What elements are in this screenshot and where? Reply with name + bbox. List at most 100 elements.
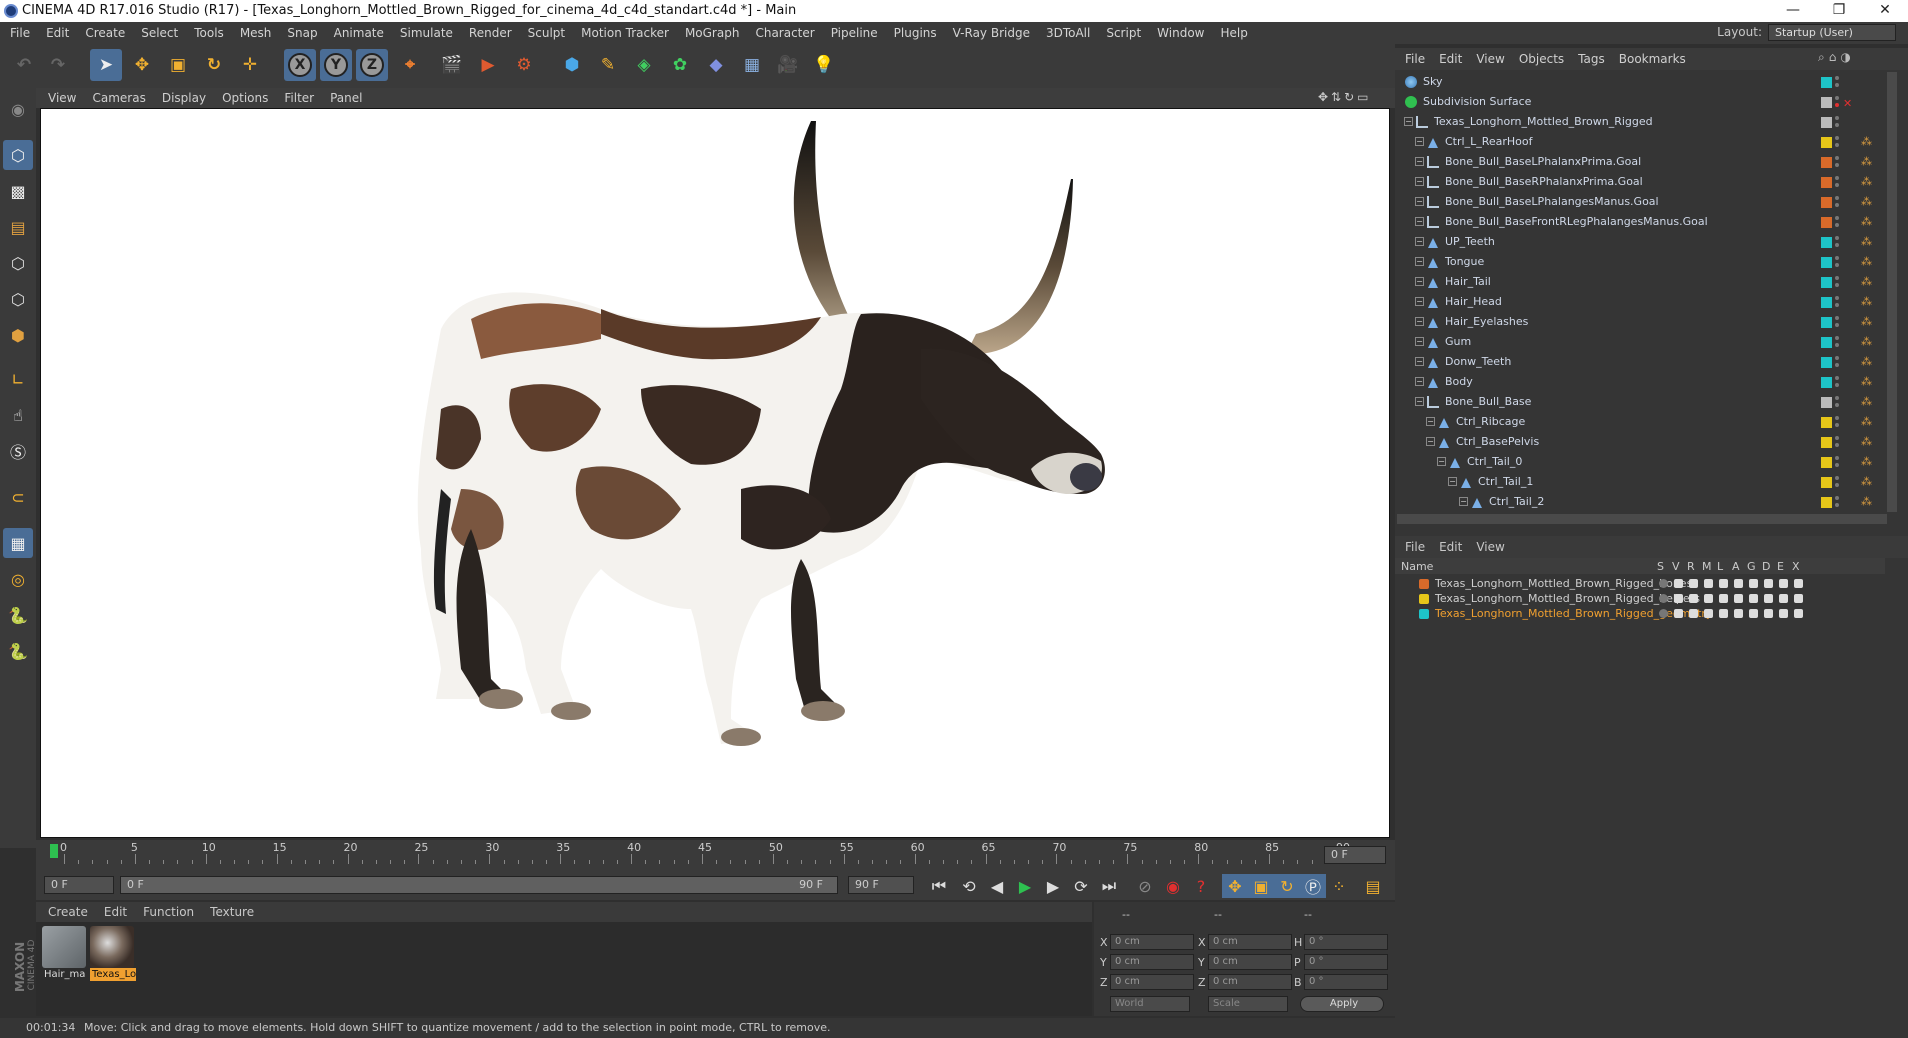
layer-color-swatch[interactable]: [1419, 579, 1429, 589]
layer-toggle[interactable]: [1719, 579, 1728, 588]
autokey-icon[interactable]: ◉: [1160, 874, 1186, 898]
layer-toggle[interactable]: [1779, 609, 1788, 618]
object-row[interactable]: Sky: [1397, 72, 1887, 92]
tag-icon[interactable]: ⁂: [1861, 175, 1875, 189]
rotate-icon[interactable]: ↻: [198, 49, 230, 81]
menu-file[interactable]: File: [10, 26, 30, 40]
layer-toggle[interactable]: [1674, 579, 1683, 588]
layer-col-s[interactable]: S: [1657, 560, 1664, 573]
render-visibility-dot[interactable]: [1835, 323, 1839, 327]
coord-h-field[interactable]: 0 °: [1304, 934, 1388, 950]
menu-3dtoall[interactable]: 3DToAll: [1046, 26, 1090, 40]
frame-range-slider[interactable]: 0 F 90 F: [120, 876, 838, 894]
pen-spline-icon[interactable]: ✎: [592, 49, 624, 81]
layer-color-swatch[interactable]: [1419, 594, 1429, 604]
layer-toggle[interactable]: [1794, 579, 1803, 588]
end-frame-field[interactable]: 90 F: [848, 876, 914, 894]
object-menu-view[interactable]: View: [1476, 52, 1504, 66]
layer-toggle[interactable]: [1734, 594, 1743, 603]
expand-icon[interactable]: −: [1415, 157, 1424, 166]
object-row[interactable]: − Bone_Bull_BaseRPhalanxPrima.Goal ⁂: [1397, 172, 1887, 192]
tag-icon[interactable]: ⁂: [1861, 235, 1875, 249]
layer-row[interactable]: Texas_Longhorn_Mottled_Brown_Rigged_help…: [1397, 591, 1887, 606]
layer-toggle[interactable]: [1794, 609, 1803, 618]
polygons-mode-icon[interactable]: ⬢: [3, 320, 33, 350]
layer-toggle[interactable]: [1674, 609, 1683, 618]
planar-icon[interactable]: ◎: [3, 564, 33, 594]
tag-icon[interactable]: ⁂: [1861, 455, 1875, 469]
expand-icon[interactable]: −: [1415, 177, 1424, 186]
object-row[interactable]: − Ctrl_BasePelvis ⁂: [1397, 432, 1887, 452]
layer-toggle[interactable]: [1749, 609, 1758, 618]
axis-mode-icon[interactable]: ∟: [3, 364, 33, 394]
editor-visibility-dot[interactable]: [1835, 136, 1839, 140]
menu-character[interactable]: Character: [755, 26, 814, 40]
timeline-ruler[interactable]: 051015202530354045505560657075808590: [50, 840, 1350, 870]
menu-edit[interactable]: Edit: [46, 26, 69, 40]
live-select-icon[interactable]: ✛: [234, 49, 266, 81]
layer-toggle[interactable]: [1749, 594, 1758, 603]
editor-visibility-dot[interactable]: [1835, 216, 1839, 220]
render-view-icon[interactable]: 🎬: [436, 49, 468, 81]
expand-icon[interactable]: −: [1437, 457, 1446, 466]
key-scale-icon[interactable]: ▣: [1248, 874, 1274, 898]
layer-toggle[interactable]: [1674, 594, 1683, 603]
render-visibility-dot[interactable]: [1835, 443, 1839, 447]
layer-toggle[interactable]: [1764, 594, 1773, 603]
expand-icon[interactable]: −: [1426, 437, 1435, 446]
editor-visibility-dot[interactable]: [1835, 296, 1839, 300]
viewport-menu-filter[interactable]: Filter: [284, 91, 314, 105]
array-icon[interactable]: ✿: [664, 49, 696, 81]
key-position-icon[interactable]: ✥: [1222, 874, 1248, 898]
object-row[interactable]: − Hair_Eyelashes ⁂: [1397, 312, 1887, 332]
layout-dropdown[interactable]: Startup (User): [1768, 24, 1896, 41]
object-row[interactable]: − Ctrl_Tail_2 ⁂: [1397, 492, 1887, 512]
tag-icon[interactable]: ⁂: [1861, 255, 1875, 269]
layer-toggle[interactable]: [1734, 579, 1743, 588]
go-to-end-icon[interactable]: ⏭: [1096, 874, 1122, 898]
expand-icon[interactable]: −: [1415, 237, 1424, 246]
layer-color-swatch[interactable]: [1419, 609, 1429, 619]
move-icon[interactable]: ✥: [126, 49, 158, 81]
expand-icon[interactable]: −: [1404, 117, 1413, 126]
render-visibility-dot[interactable]: [1835, 223, 1839, 227]
object-row[interactable]: − Bone_Bull_BaseLPhalangesManus.Goal ⁂: [1397, 192, 1887, 212]
render-visibility-dot[interactable]: [1835, 383, 1839, 387]
floor-icon[interactable]: ▦: [736, 49, 768, 81]
expand-icon[interactable]: −: [1415, 297, 1424, 306]
layer-toggle[interactable]: [1749, 579, 1758, 588]
material-menu-texture[interactable]: Texture: [210, 905, 254, 919]
z-axis-icon[interactable]: Z: [356, 49, 388, 81]
deformer-icon[interactable]: ◆: [700, 49, 732, 81]
disabled-x-icon[interactable]: ✕: [1843, 94, 1852, 114]
editor-visibility-dot[interactable]: [1835, 76, 1839, 80]
restore-button[interactable]: ❐: [1816, 0, 1862, 22]
object-row[interactable]: − Gum ⁂: [1397, 332, 1887, 352]
layer-toggle[interactable]: [1779, 594, 1788, 603]
current-frame-field[interactable]: 0 F: [1324, 846, 1386, 864]
menu-script[interactable]: Script: [1106, 26, 1141, 40]
layer-col-r[interactable]: R: [1687, 560, 1695, 573]
grid-lock-icon[interactable]: ▦: [3, 528, 33, 558]
render-visibility-dot[interactable]: [1835, 263, 1839, 267]
next-key-icon[interactable]: ⟳: [1068, 874, 1094, 898]
play-icon[interactable]: ▶: [1012, 874, 1038, 898]
menu-mesh[interactable]: Mesh: [240, 26, 272, 40]
menu-snap[interactable]: Snap: [287, 26, 317, 40]
render-visibility-dot[interactable]: [1835, 303, 1839, 307]
editor-visibility-dot[interactable]: [1835, 456, 1839, 460]
menu-create[interactable]: Create: [85, 26, 125, 40]
render-settings-icon[interactable]: ⚙: [508, 49, 540, 81]
layer-col-m[interactable]: M: [1702, 560, 1712, 573]
record-keys-icon[interactable]: ⊘: [1132, 874, 1158, 898]
render-visibility-dot[interactable]: [1835, 163, 1839, 167]
expand-icon[interactable]: −: [1448, 477, 1457, 486]
tag-icon[interactable]: ⁂: [1861, 395, 1875, 409]
object-menu-edit[interactable]: Edit: [1439, 52, 1462, 66]
object-list-hscrollbar[interactable]: [1397, 514, 1887, 524]
viewport-menu-options[interactable]: Options: [222, 91, 268, 105]
object-row[interactable]: − Tongue ⁂: [1397, 252, 1887, 272]
object-row[interactable]: − Ctrl_Tail_0 ⁂: [1397, 452, 1887, 472]
viewport-nav-icons[interactable]: ✥⇅↻▭: [1318, 90, 1372, 104]
coord-sy-field[interactable]: 0 cm: [1208, 954, 1292, 970]
